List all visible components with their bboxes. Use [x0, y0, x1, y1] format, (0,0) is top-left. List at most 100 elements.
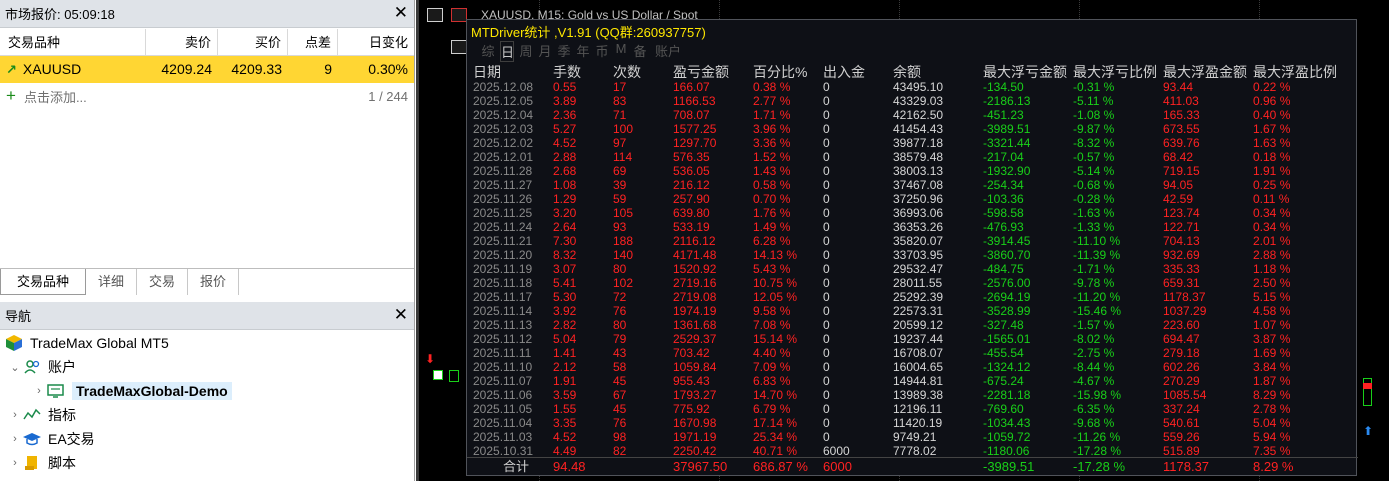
tab-period[interactable]: 周 — [519, 41, 533, 62]
cell-lots: 3.59 — [553, 388, 577, 402]
trade-panel-icon[interactable] — [451, 40, 467, 54]
cell-percent: 7.09 % — [753, 360, 791, 374]
nav-item-scripts[interactable]: › 脚本 — [0, 451, 414, 475]
chart-menu-icon[interactable] — [427, 8, 443, 22]
plus-icon: + — [6, 86, 16, 105]
cell-date: 2025.12.05 — [473, 94, 534, 108]
tab-period[interactable]: 年 — [576, 41, 590, 62]
chevron-down-icon[interactable]: ⌄ — [8, 361, 22, 374]
table-row: 2025.12.08 0.55 17 166.07 0.38 % 0 43495.10 -13… — [467, 80, 1358, 94]
tab-period[interactable]: 备 — [633, 41, 647, 62]
tab-period[interactable]: 日 — [500, 41, 514, 62]
col-symbol[interactable]: 交易品种 — [0, 28, 146, 56]
cell-profit: 703.42 — [673, 346, 710, 360]
cell-balance: 22573.31 — [893, 304, 944, 318]
add-symbol-row[interactable]: + 点击添加... 1 / 244 — [0, 83, 414, 109]
col-max-float-profit-pct: 最大浮盈比例 — [1253, 64, 1337, 80]
cell-max-float-profit-pct: 0.18 % — [1253, 150, 1291, 164]
cell-date: 2025.11.14 — [473, 304, 533, 318]
cell-max-float-profit-pct: 5.94 % — [1253, 430, 1291, 444]
cell-balance: 37467.08 — [893, 178, 944, 192]
stats-total-row: 合计 94.48 37967.50 686.87 % 6000 -3989.51… — [467, 457, 1358, 475]
add-symbol-label: 点击添加... — [23, 89, 87, 105]
cell-percent: 0.38 % — [753, 80, 791, 94]
col-ask[interactable]: 买价 — [218, 28, 288, 56]
cell-lots: 2.82 — [553, 318, 577, 332]
total-max-float-profit: 1178.37 — [1163, 459, 1210, 474]
cell-max-float-loss-pct: -11.39 % — [1073, 248, 1121, 262]
indicator-icon — [22, 406, 42, 424]
tab-period[interactable]: 月 — [538, 41, 552, 62]
chevron-right-icon[interactable]: › — [8, 457, 22, 469]
symbol-row[interactable]: ↗ XAUUSD 4209.24 4209.33 9 0.30% — [0, 56, 414, 83]
cell-lots: 2.64 — [553, 220, 577, 234]
nav-item-expert-advisors[interactable]: › EA交易 — [0, 427, 414, 451]
tab-ticks[interactable]: 报价 — [188, 269, 240, 295]
cell-percent: 7.08 % — [753, 318, 791, 332]
chevron-right-icon[interactable]: › — [8, 433, 22, 445]
chevron-right-icon[interactable]: › — [8, 409, 22, 421]
cell-percent: 0.58 % — [753, 178, 791, 192]
tab-period[interactable]: 账户 — [652, 41, 684, 62]
cell-deposit: 0 — [823, 388, 830, 402]
cell-max-float-loss-pct: -6.35 % — [1073, 402, 1115, 416]
table-row: 2025.11.07 1.91 45 955.43 6.83 % 0 14944.81 -67… — [467, 374, 1358, 388]
cell-max-float-profit: 279.18 — [1163, 346, 1200, 360]
nav-item-terminal[interactable]: TradeMax Global MT5 — [0, 331, 414, 355]
tab-trading[interactable]: 交易 — [137, 269, 189, 295]
tab-details[interactable]: 详细 — [86, 269, 138, 295]
buy-arrow-icon: ⬆ — [1363, 424, 1374, 438]
navigator-header: 导航 ✕ — [0, 302, 414, 330]
tab-period[interactable]: 币 — [595, 41, 609, 62]
nav-item-indicators[interactable]: › 指标 — [0, 403, 414, 427]
table-row: 2025.12.04 2.36 71 708.07 1.71 % 0 42162.50 -45… — [467, 108, 1358, 122]
chevron-right-icon[interactable]: › — [32, 385, 46, 397]
cell-max-float-profit: 673.55 — [1163, 122, 1200, 136]
table-row: 2025.11.03 4.52 98 1971.19 25.34 % 0 9749.21 -1… — [467, 430, 1358, 444]
cell-max-float-profit: 270.29 — [1163, 374, 1200, 388]
cell-max-float-profit: 602.26 — [1163, 360, 1200, 374]
cell-date: 2025.12.01 — [473, 150, 534, 164]
cell-max-float-profit: 540.61 — [1163, 416, 1200, 430]
table-row: 2025.11.25 3.20 105 639.80 1.76 % 0 36993.06 -5… — [467, 206, 1358, 220]
cell-max-float-profit: 1037.29 — [1163, 304, 1207, 318]
cell-max-float-loss: -3321.44 — [983, 136, 1031, 150]
candle — [433, 370, 443, 380]
cell-balance: 36353.26 — [893, 220, 944, 234]
cell-balance: 11420.19 — [893, 416, 943, 430]
tab-symbols[interactable]: 交易品种 — [0, 269, 87, 295]
cell-balance: 16708.07 — [893, 346, 944, 360]
cell-date: 2025.11.26 — [473, 192, 533, 206]
cell-deposit: 0 — [823, 122, 830, 136]
navigator-tree: TradeMax Global MT5 ⌄ 账户 › TradeMaxGloba… — [0, 331, 414, 475]
col-bid[interactable]: 卖价 — [146, 28, 218, 56]
cell-deposit: 0 — [823, 360, 830, 374]
nav-item-accounts[interactable]: ⌄ 账户 — [0, 355, 414, 379]
col-balance: 余额 — [893, 64, 921, 80]
nav-item-demo-account[interactable]: › TradeMaxGlobal-Demo — [0, 379, 414, 403]
close-icon[interactable]: ✕ — [394, 306, 408, 324]
one-click-trade-icon[interactable] — [451, 8, 467, 22]
cell-max-float-loss-pct: -11.20 % — [1073, 290, 1121, 304]
total-profit: 37967.50 — [673, 459, 728, 474]
mtdriver-stats-panel[interactable]: MTDriver统计 ,V1.91 (QQ群:260937757) 综 日 周 … — [466, 19, 1358, 476]
cell-deposit: 0 — [823, 234, 830, 248]
cell-max-float-profit: 165.33 — [1163, 108, 1200, 122]
cell-deposit: 0 — [823, 346, 830, 360]
col-max-float-loss: 最大浮亏金额 — [983, 64, 1067, 80]
cell-max-float-loss: -476.93 — [983, 220, 1024, 234]
tab-period[interactable]: M — [614, 41, 628, 62]
col-change[interactable]: 日变化 — [338, 29, 414, 56]
cell-deposit: 0 — [823, 164, 830, 178]
col-spread[interactable]: 点差 — [288, 28, 338, 56]
cell-max-float-loss: -769.60 — [983, 402, 1024, 416]
close-icon[interactable]: ✕ — [394, 4, 408, 22]
cell-max-float-loss-pct: -5.11 % — [1073, 94, 1114, 108]
stats-title: MTDriver统计 ,V1.91 (QQ群:260937757) — [471, 25, 706, 40]
table-row: 2025.11.18 5.41 102 2719.16 10.75 % 0 28011.55… — [467, 276, 1358, 290]
tab-period[interactable]: 综 — [481, 41, 495, 62]
sell-arrow-icon: ⬇ — [425, 352, 436, 366]
tab-period[interactable]: 季 — [557, 41, 571, 62]
cell-profit: 1974.19 — [673, 304, 717, 318]
cell-profit: 536.05 — [673, 164, 710, 178]
